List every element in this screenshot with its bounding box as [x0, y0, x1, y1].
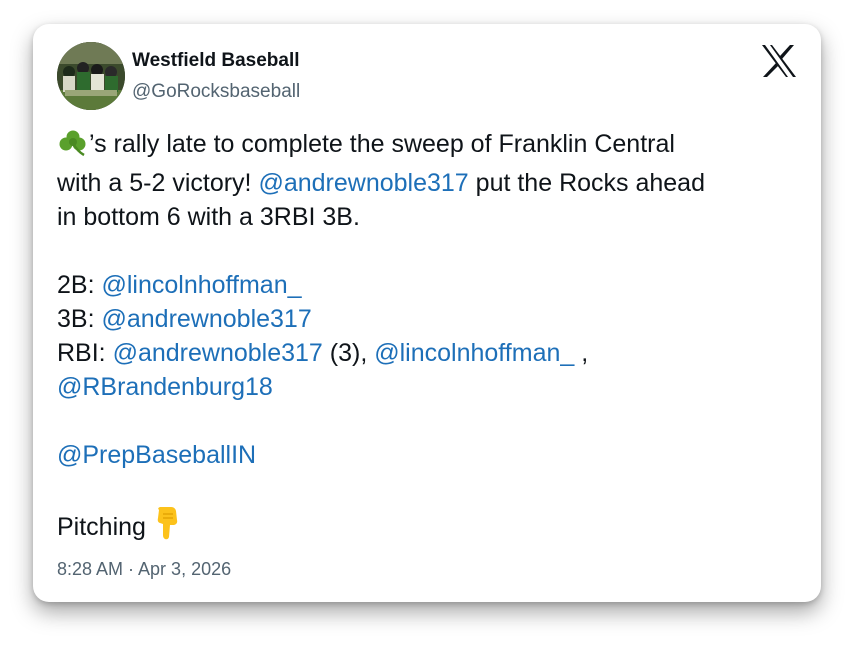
team-photo-icon [57, 42, 125, 110]
tweet-text: ’s rally late to complete the sweep of F… [57, 127, 797, 549]
author-name[interactable]: Westfield Baseball [132, 50, 300, 72]
author-handle[interactable]: @GoRocksbaseball [132, 81, 300, 103]
tweet-card[interactable]: Westfield Baseball @GoRocksbaseball ’s r… [33, 24, 821, 602]
tweet-line: @RBrandenburg18 [57, 370, 797, 404]
tweet-timestamp[interactable]: 8:28 AM · Apr 3, 2026 [57, 559, 231, 580]
mention-link[interactable]: @andrewnoble317 [101, 305, 311, 333]
tweet-line: @PrepBaseballIN [57, 438, 797, 472]
tweet-line: with a 5-2 victory! @andrewnoble317 put … [57, 166, 797, 200]
mention-link[interactable]: @lincolnhoffman_ [374, 339, 574, 367]
tweet-line: Pitching [57, 506, 797, 549]
tweet-text-segment: put the Rocks ahead [468, 169, 705, 197]
mention-link[interactable]: @andrewnoble317 [258, 169, 468, 197]
tweet-text-segment: Pitching [57, 513, 153, 541]
backhand-index-pointing-down-emoji [153, 506, 183, 549]
tweet-text-segment: with a 5-2 victory! [57, 169, 259, 197]
mention-link[interactable]: @andrewnoble317 [113, 339, 323, 367]
mention-link[interactable]: @lincolnhoffman_ [101, 271, 301, 299]
tweet-line: 3B: @andrewnoble317 [57, 302, 797, 336]
shamrock-emoji [57, 129, 89, 166]
tweet-line: RBI: @andrewnoble317 (3), @lincolnhoffma… [57, 336, 797, 370]
mention-link[interactable]: @RBrandenburg18 [57, 373, 273, 401]
tweet-text-segment: ’s rally late to complete the sweep of F… [89, 130, 675, 158]
tweet-line: in bottom 6 with a 3RBI 3B. [57, 203, 360, 231]
stat-label: 3B: [57, 305, 102, 333]
x-logo-icon[interactable] [761, 44, 797, 78]
tweet-line: ’s rally late to complete the sweep of F… [57, 127, 797, 166]
tweet-text-segment: (3), [322, 339, 375, 367]
tweet-text-segment: , [574, 339, 589, 367]
tweet-line: 2B: @lincolnhoffman_ [57, 268, 797, 302]
mention-link[interactable]: @PrepBaseballIN [57, 441, 256, 469]
stat-label: 2B: [57, 271, 102, 299]
avatar[interactable] [57, 42, 125, 110]
stat-label: RBI: [57, 339, 113, 367]
